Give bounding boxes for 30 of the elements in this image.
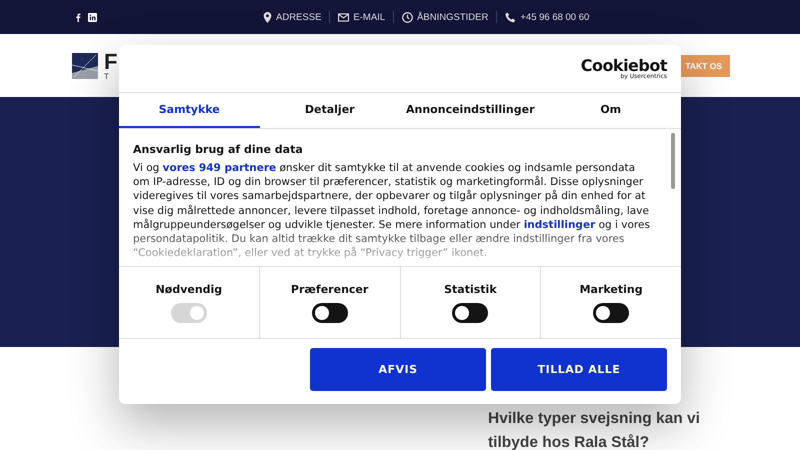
location-pin-icon (263, 12, 272, 22)
logo-subtext: T (104, 72, 113, 80)
logo-text: F (104, 50, 118, 72)
consent-button[interactable]: TILLAD ALLE (491, 348, 667, 391)
phone-icon (505, 12, 516, 22)
contact-link[interactable]: E-MAIL (338, 12, 386, 22)
linkedin-icon[interactable] (88, 12, 97, 22)
contact-link[interactable]: +45 96 68 00 60 (505, 12, 590, 22)
toggle-switch[interactable] (452, 302, 488, 322)
toggle-switch[interactable] (312, 302, 348, 322)
section-heading: Hvilke typer svejsning kan vi tilbyde hos Rala Stål? (488, 409, 701, 450)
contact-link[interactable]: ÅBNINGSTIDER (402, 12, 488, 22)
text-link[interactable]: indstillinger (524, 218, 596, 231)
dialog-tab[interactable]: Detaljer (260, 93, 400, 128)
logo-icon (72, 52, 98, 78)
toggle-switch[interactable] (593, 302, 630, 322)
toggle-label: Statistik (444, 282, 497, 296)
text-link[interactable]: vores 949 partnere (162, 162, 276, 174)
consent-button[interactable]: AFVIS (310, 348, 486, 391)
clock-icon (402, 12, 414, 22)
contact-link[interactable]: ADRESSE (263, 12, 322, 22)
toggle-label: Præferencer (290, 282, 368, 296)
dialog-tab[interactable]: Om (540, 93, 681, 128)
mail-icon (338, 12, 350, 22)
dialog-tab[interactable]: Samtykke (119, 93, 260, 128)
toggle-label: Marketing (580, 282, 643, 296)
toggle-label: Nødvendig (156, 282, 222, 296)
facebook-icon[interactable] (75, 12, 81, 22)
dialog-tab[interactable]: Annonceindstillinger (400, 93, 540, 128)
body-heading: Ansvarlig brug af dine data (133, 143, 304, 156)
